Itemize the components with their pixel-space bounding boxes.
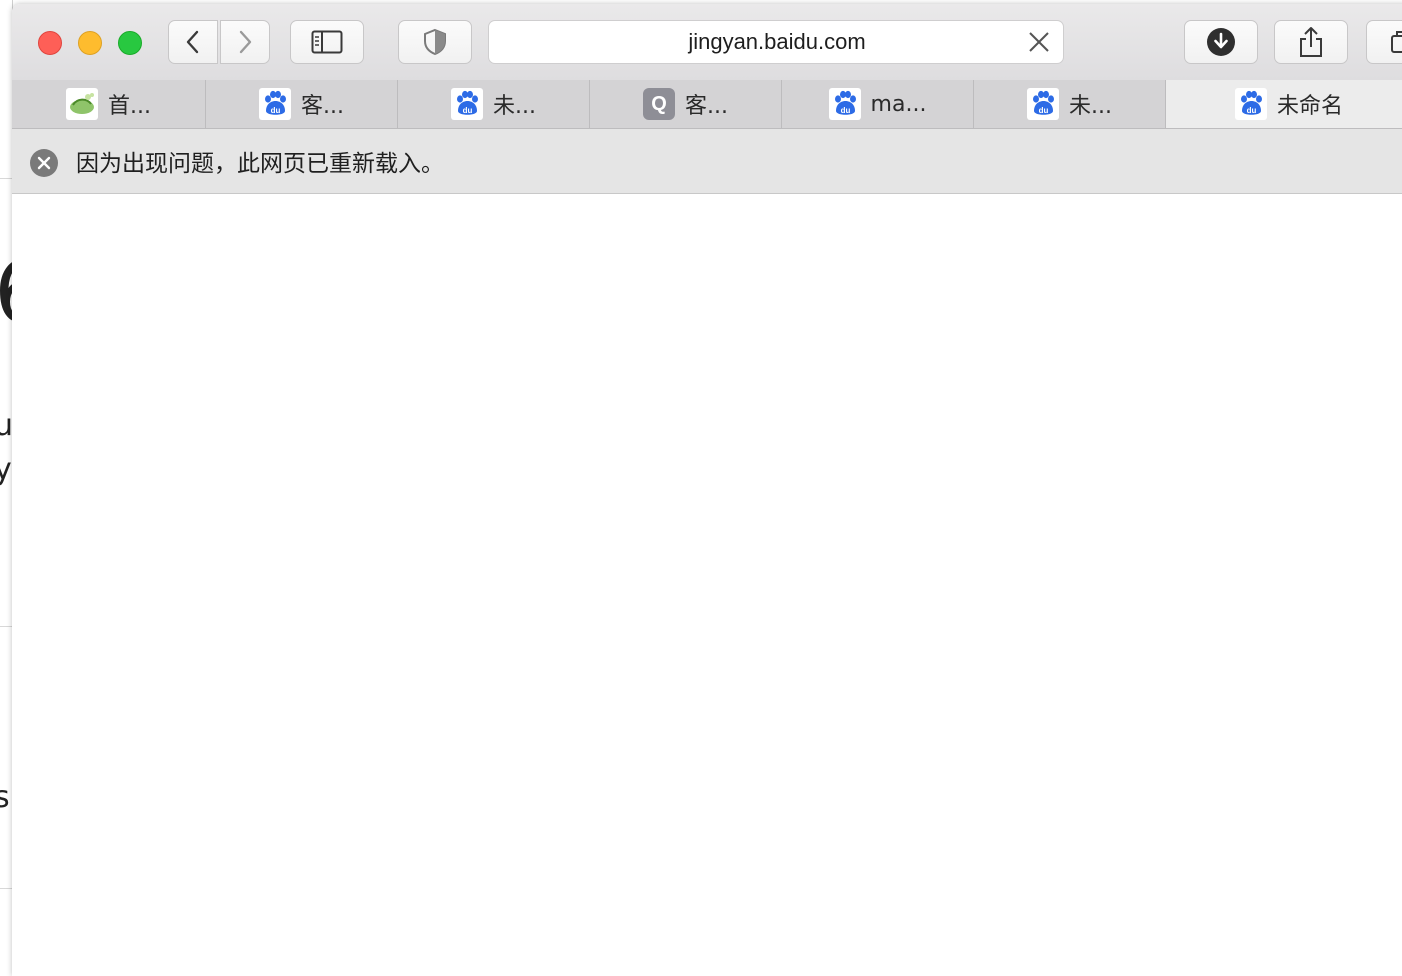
tab-title: 首... [108, 94, 151, 119]
banner-message: 因为出现问题，此网页已重新载入。 [76, 151, 444, 177]
download-icon [1207, 28, 1235, 56]
background-text-fragment: s [0, 780, 10, 815]
tab-2[interactable]: du 客... [206, 80, 398, 128]
baidu-paw-favicon-icon: du [1027, 88, 1059, 120]
tab-bar: 首... du 客... du 未... Q 客... du ma... du … [12, 80, 1402, 129]
shield-icon [424, 28, 446, 56]
svg-text:du: du [463, 106, 473, 115]
tab-5[interactable]: du ma... [782, 80, 974, 128]
tab-1[interactable]: 首... [12, 80, 206, 128]
divider [0, 626, 12, 627]
forward-button[interactable] [220, 20, 270, 64]
page-reloaded-banner: 因为出现问题，此网页已重新载入。 [12, 129, 1402, 194]
tab-title: 未命名 [1276, 94, 1343, 119]
browser-window: jingyan.baidu.com 首... du 客... du 未... Q… [12, 4, 1402, 976]
tab-title: 未... [493, 94, 536, 119]
baidu-paw-favicon-icon: du [451, 88, 483, 120]
address-bar[interactable]: jingyan.baidu.com [488, 20, 1064, 64]
tab-6[interactable]: du 未... [974, 80, 1166, 128]
stop-loading-icon[interactable] [1027, 30, 1051, 54]
svg-text:du: du [1247, 106, 1257, 115]
url-text[interactable]: jingyan.baidu.com [489, 21, 1065, 63]
leaf-favicon-icon [66, 88, 98, 120]
q-favicon-icon: Q [643, 88, 675, 120]
tab-title: 客... [685, 94, 728, 119]
close-circle-icon[interactable] [30, 149, 58, 177]
privacy-report-button[interactable] [398, 20, 472, 64]
downloads-button[interactable] [1184, 20, 1258, 64]
divider [0, 888, 12, 889]
sidebar-button[interactable] [290, 20, 364, 64]
toolbar: jingyan.baidu.com [12, 4, 1402, 81]
background-text-fragment: y [0, 452, 12, 487]
sidebar-icon [311, 30, 343, 54]
desktop: 6 u y s [0, 0, 1402, 976]
share-button[interactable] [1274, 20, 1348, 64]
minimize-window-button[interactable] [78, 31, 102, 55]
share-icon [1300, 27, 1322, 57]
tab-title: ma... [870, 91, 927, 117]
tab-title: 未... [1069, 94, 1112, 119]
chevron-right-icon [239, 30, 252, 54]
zoom-window-button[interactable] [118, 31, 142, 55]
close-window-button[interactable] [38, 31, 62, 55]
svg-text:du: du [840, 106, 850, 115]
tab-7-active[interactable]: du 未命名 [1166, 80, 1402, 128]
svg-text:du: du [271, 106, 281, 115]
chevron-left-icon [186, 30, 199, 54]
tab-3[interactable]: du 未... [398, 80, 590, 128]
tab-4[interactable]: Q 客... [590, 80, 782, 128]
back-button[interactable] [168, 20, 218, 64]
tab-title: 客... [301, 94, 344, 119]
baidu-paw-favicon-icon: du [259, 88, 291, 120]
baidu-paw-favicon-icon: du [828, 88, 861, 120]
baidu-paw-favicon-icon: du [1234, 88, 1267, 120]
divider [0, 178, 12, 179]
page-content[interactable] [12, 194, 1402, 976]
tab-overview-button[interactable] [1366, 20, 1402, 64]
svg-text:du: du [1039, 106, 1049, 115]
tab-overview-icon [1391, 31, 1402, 53]
